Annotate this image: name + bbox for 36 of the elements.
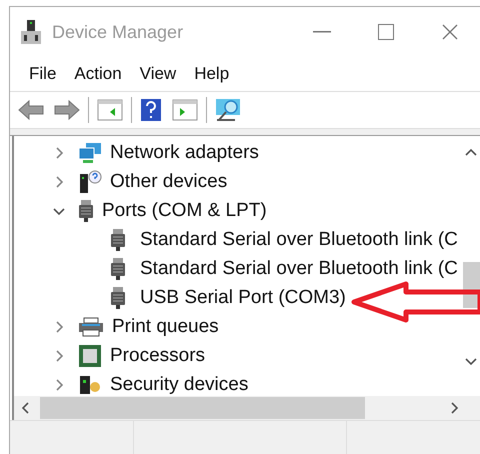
tree-item[interactable]: Processors xyxy=(110,344,206,366)
unknown-device-icon xyxy=(78,170,102,194)
show-hide-pane-button[interactable] xyxy=(95,97,125,123)
security-device-icon xyxy=(78,374,102,396)
menu-item[interactable]: Help xyxy=(185,64,238,84)
tree-item[interactable]: USB Serial Port (COM3) xyxy=(140,286,346,308)
scroll-thumb[interactable] xyxy=(40,397,365,419)
scroll-up-icon[interactable] xyxy=(465,148,477,156)
help-button[interactable] xyxy=(138,96,164,124)
horizontal-scrollbar[interactable] xyxy=(14,396,480,420)
maximize-icon xyxy=(378,24,394,40)
minimize-icon xyxy=(313,31,331,33)
action-pane-button[interactable] xyxy=(170,97,200,123)
menu-item[interactable]: View xyxy=(130,64,186,84)
processor-icon xyxy=(78,344,102,368)
tree-item[interactable]: Network adapters xyxy=(110,142,259,164)
menu-item[interactable]: File xyxy=(20,64,66,84)
scroll-down-icon[interactable] xyxy=(465,358,477,366)
window-title: Device Manager xyxy=(52,22,184,42)
port-icon xyxy=(110,256,126,280)
forward-button[interactable] xyxy=(52,98,82,122)
port-icon xyxy=(78,198,94,222)
device-manager-icon xyxy=(20,19,42,45)
port-icon xyxy=(110,228,126,252)
tree-item[interactable]: Standard Serial over Bluetooth link (C xyxy=(140,258,458,280)
printer-icon xyxy=(78,316,104,336)
tree-item[interactable]: Ports (COM & LPT) xyxy=(102,200,267,222)
tree-item[interactable]: Other devices xyxy=(110,170,228,192)
tree-item[interactable]: Standard Serial over Bluetooth link (C xyxy=(140,228,458,250)
tree-item[interactable]: Print queues xyxy=(112,316,219,338)
close-icon xyxy=(442,24,458,40)
tree-item[interactable]: Security devices xyxy=(110,374,248,396)
port-icon xyxy=(110,286,126,310)
back-button[interactable] xyxy=(16,98,46,122)
menu-item[interactable]: Action xyxy=(65,64,131,84)
monitors-icon xyxy=(78,142,102,164)
